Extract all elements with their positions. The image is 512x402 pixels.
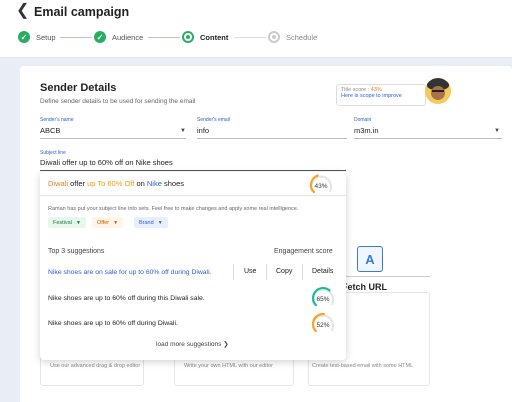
field-underline xyxy=(40,138,186,139)
title-score-hint: Here is scope to improve xyxy=(341,93,402,99)
step-connector xyxy=(234,37,266,38)
subject-preview-text: Diwali offer up To 60% Off on Nike shoes xyxy=(48,179,184,188)
pending-step-icon xyxy=(268,31,280,43)
subject-suggestions-panel: Diwali offer up To 60% Off on Nike shoes… xyxy=(40,172,346,360)
score-gauge: 65% xyxy=(310,286,336,308)
step-schedule[interactable]: Schedule xyxy=(268,30,317,44)
assistant-avatar xyxy=(425,78,451,104)
field-underline xyxy=(354,138,502,139)
divider xyxy=(302,264,303,280)
tag-offer[interactable]: Offer ▼ xyxy=(92,217,124,228)
domain-select[interactable]: m3m.in xyxy=(354,126,379,135)
html-editor-desc: Write your own HTML with our editor xyxy=(184,363,273,369)
suggestion-item[interactable]: Nike shoes are up to 60% off during this… xyxy=(48,295,205,302)
copy-button[interactable]: Copy xyxy=(276,268,292,275)
step-label: Setup xyxy=(36,32,56,42)
divider xyxy=(346,276,430,277)
step-setup[interactable]: ✓ Setup xyxy=(18,30,56,44)
fetch-url-desc: Create text-based email with some HTML xyxy=(312,363,414,369)
current-step-icon xyxy=(182,31,194,43)
title-score-bubble: Title score : 43% Here is scope to impro… xyxy=(336,84,426,106)
divider xyxy=(266,264,267,280)
score-gauge: 43% xyxy=(308,173,334,195)
page-title: Email campaign xyxy=(34,5,130,19)
subject-input[interactable]: Diwali offer up to 60% off on Nike shoes xyxy=(40,158,173,167)
drag-drop-desc: Use our advanced drag & drop editor xyxy=(50,363,141,369)
step-content[interactable]: Content xyxy=(182,30,228,44)
chevron-down-icon: ▼ xyxy=(75,219,81,226)
section-title: Sender Details xyxy=(40,82,117,94)
chevron-down-icon: ▼ xyxy=(113,219,119,226)
step-connector xyxy=(60,37,92,38)
gauge-value: 52% xyxy=(316,322,330,329)
score-gauge: 52% xyxy=(310,312,336,334)
gauge-value: 43% xyxy=(314,183,328,190)
section-subtitle: Define sender details to be used for sen… xyxy=(40,98,196,105)
chevron-down-icon[interactable]: ▼ xyxy=(180,128,186,134)
step-label: Content xyxy=(200,32,229,42)
check-icon: ✓ xyxy=(94,31,106,43)
gauge-value: 65% xyxy=(316,296,330,303)
panel-note: Raman has put your subject line into set… xyxy=(48,206,299,212)
field-underline xyxy=(197,138,347,139)
subject-label: Subject line xyxy=(40,150,66,156)
use-button[interactable]: Use xyxy=(244,268,256,275)
sender-email-label: Sender's email xyxy=(197,117,230,123)
check-icon: ✓ xyxy=(18,31,30,43)
sender-name-select[interactable]: ABCB xyxy=(40,126,60,135)
sender-name-label: Sender's name xyxy=(40,117,74,123)
step-connector xyxy=(148,37,180,38)
top-bar: ❮ Email campaign ✓ Setup ✓ Audience Cont… xyxy=(0,0,512,58)
subject-preview: Diwali offer up To 60% Off on Nike shoes… xyxy=(40,172,346,196)
step-label: Audience xyxy=(112,32,144,42)
engagement-score-title: Engagement score xyxy=(274,248,333,255)
suggestions-title: Top 3 suggestions xyxy=(48,248,105,255)
field-underline xyxy=(40,170,346,171)
back-arrow-icon[interactable]: ❮ xyxy=(16,3,29,19)
load-more-link[interactable]: load more suggestions ❯ xyxy=(156,340,229,348)
chevron-down-icon: ▼ xyxy=(157,219,163,226)
fetch-url-icon: A xyxy=(357,246,383,272)
details-button[interactable]: Details xyxy=(312,268,333,275)
divider xyxy=(233,264,234,280)
chevron-down-icon[interactable]: ▼ xyxy=(494,128,500,134)
chevron-right-icon: ❯ xyxy=(223,341,229,348)
step-label: Schedule xyxy=(286,32,318,42)
domain-label: Domain xyxy=(354,117,372,123)
tag-brand[interactable]: Brand ▼ xyxy=(134,217,168,228)
sender-email-input[interactable]: info xyxy=(197,126,209,135)
suggestion-item[interactable]: Nike shoes are up to 60% off during Diwa… xyxy=(48,320,178,327)
step-audience[interactable]: ✓ Audience xyxy=(94,30,143,44)
fetch-url-label: Fetch URL xyxy=(342,282,387,292)
suggestion-item[interactable]: Nike shoes are on sale for up to 60% off… xyxy=(48,269,211,276)
tag-festival[interactable]: Festival ▼ xyxy=(48,217,86,228)
